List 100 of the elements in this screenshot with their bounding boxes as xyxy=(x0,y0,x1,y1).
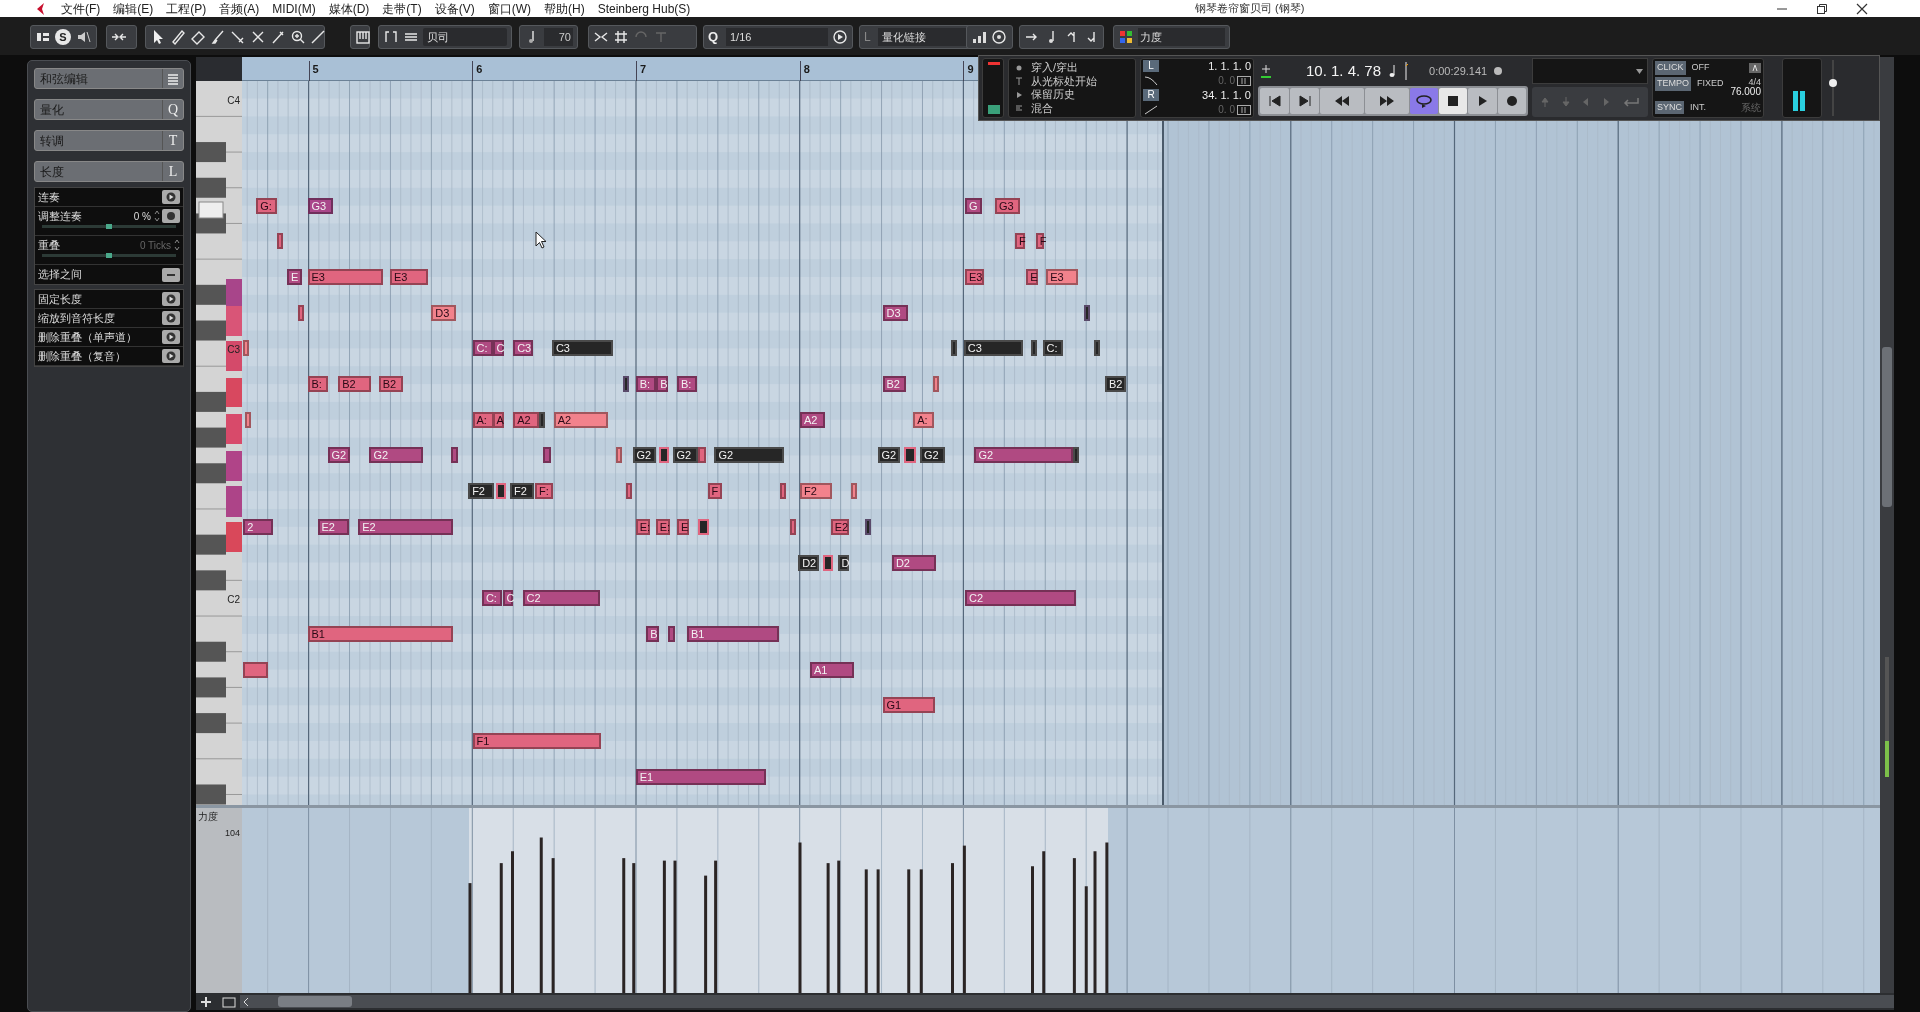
midi-note[interactable]: B: xyxy=(307,376,328,393)
mix-icon[interactable] xyxy=(1015,104,1023,113)
midi-note[interactable]: G3 xyxy=(995,197,1020,214)
dial-icon[interactable] xyxy=(991,29,1007,45)
transport-option[interactable]: 保留历史 xyxy=(1031,88,1075,102)
apply-button[interactable] xyxy=(162,330,180,344)
horizontal-scrollbar[interactable] xyxy=(240,995,1894,1008)
midi-note[interactable]: E2 xyxy=(317,518,350,535)
midi-note[interactable]: F2 xyxy=(468,483,495,500)
midi-note[interactable]: G2 xyxy=(369,447,423,464)
metronome-icon[interactable] xyxy=(1749,62,1761,73)
midi-note[interactable]: B: xyxy=(676,376,697,393)
inspector-section-header[interactable]: 量化 Q xyxy=(34,99,184,120)
color-grid-icon[interactable] xyxy=(1118,29,1134,45)
apply-button[interactable] xyxy=(162,292,180,306)
menu-item[interactable]: 帮助(H) xyxy=(544,0,585,17)
midi-note[interactable]: E2 xyxy=(358,518,453,535)
scrollbar-thumb[interactable] xyxy=(1882,347,1892,507)
midi-note[interactable]: B1 xyxy=(686,625,780,642)
spin-arrows-icon[interactable] xyxy=(154,210,160,222)
midi-note[interactable]: G2 xyxy=(714,447,785,464)
apply-quantize-icon[interactable] xyxy=(832,29,848,45)
midi-note[interactable]: G1 xyxy=(882,697,935,714)
inspector-section-header[interactable]: 长度 L xyxy=(34,161,184,182)
midi-note[interactable]: G xyxy=(965,197,982,214)
midi-note[interactable] xyxy=(822,554,833,571)
stop-button[interactable] xyxy=(1439,88,1468,114)
inspector-section-header[interactable]: 和弦编辑 xyxy=(34,68,184,89)
midi-note[interactable]: C3 xyxy=(551,340,614,357)
slider-thumb[interactable] xyxy=(1829,78,1837,87)
apply-button[interactable] xyxy=(162,311,180,325)
midi-note[interactable]: D xyxy=(837,554,850,571)
cursor-start-icon[interactable] xyxy=(1015,77,1023,86)
midi-note[interactable]: G3 xyxy=(307,197,333,214)
folder-icon[interactable] xyxy=(222,995,236,1008)
midi-note[interactable]: E3 xyxy=(1046,268,1078,285)
line-tool-icon[interactable] xyxy=(270,29,286,45)
quantize-dropdown[interactable]: 1/16 xyxy=(726,28,828,46)
marker-down-icon[interactable] xyxy=(1560,96,1571,108)
punch-out-icon[interactable] xyxy=(1237,104,1251,115)
menu-item[interactable]: 设备(V) xyxy=(434,0,475,17)
marker-up-icon[interactable] xyxy=(1540,96,1551,108)
restore-icon[interactable] xyxy=(1816,2,1828,15)
midi-note[interactable]: B xyxy=(656,376,668,393)
pencil-icon[interactable] xyxy=(170,29,186,45)
transport-button[interactable] xyxy=(1320,88,1365,114)
transport-button[interactable] xyxy=(1365,88,1409,114)
midi-note[interactable]: C2 xyxy=(522,590,600,607)
close-icon[interactable] xyxy=(1856,2,1868,15)
midi-note[interactable]: E xyxy=(1026,268,1038,285)
midi-note[interactable]: D2 xyxy=(798,554,820,571)
midi-note[interactable]: G2 xyxy=(974,447,1073,464)
midi-note[interactable]: C: xyxy=(472,340,493,357)
controller-dropdown[interactable]: 力度 xyxy=(1138,28,1225,46)
marker-dropdown[interactable] xyxy=(1532,58,1648,84)
click-button[interactable]: CLICK xyxy=(1655,61,1686,75)
midi-note[interactable]: C xyxy=(492,340,504,357)
inspector-section-header[interactable]: 转调 T xyxy=(34,130,184,151)
midi-note[interactable]: E3 xyxy=(965,268,984,285)
quantize-label[interactable]: Q xyxy=(708,27,722,47)
piano-icon[interactable] xyxy=(355,29,371,45)
slider-thumb[interactable] xyxy=(106,224,112,229)
midi-note[interactable]: B2 xyxy=(882,376,906,393)
menu-item[interactable]: 工程(P) xyxy=(166,0,207,17)
midi-note[interactable]: A: xyxy=(913,411,935,428)
midi-note[interactable]: A2 xyxy=(800,411,825,428)
menu-item[interactable]: 媒体(D) xyxy=(328,0,370,17)
midi-note[interactable]: C2 xyxy=(965,590,1076,607)
midi-note[interactable] xyxy=(658,447,669,464)
midi-note[interactable]: E3 xyxy=(307,268,384,285)
play-button[interactable] xyxy=(1468,88,1497,114)
vertical-scrollbar[interactable] xyxy=(1880,57,1894,993)
midi-note[interactable]: A2 xyxy=(513,411,539,428)
sync-button[interactable]: SYNC xyxy=(1655,100,1684,115)
bars-icon[interactable] xyxy=(971,29,987,45)
menu-item[interactable]: MIDI(M) xyxy=(272,0,316,17)
midi-note[interactable]: G2 xyxy=(327,447,350,464)
midi-note[interactable] xyxy=(1073,447,1080,464)
grid-icon[interactable] xyxy=(613,29,629,45)
zoom-icon[interactable] xyxy=(290,29,306,45)
midi-note[interactable]: G: xyxy=(256,197,278,214)
ramp-up-icon[interactable] xyxy=(1143,103,1159,116)
toggle-button[interactable] xyxy=(162,267,180,282)
cross-icon[interactable] xyxy=(250,29,266,45)
play-small-icon[interactable] xyxy=(1015,90,1023,99)
scrollbar-thumb[interactable] xyxy=(278,996,352,1007)
midi-note[interactable]: C3 xyxy=(963,340,1024,357)
menu-item[interactable]: 音频(A) xyxy=(219,0,260,17)
midi-note[interactable]: C: xyxy=(1042,340,1063,357)
midi-note[interactable]: D3 xyxy=(431,304,457,321)
menu-item[interactable]: 走带(T) xyxy=(382,0,422,17)
clock-icon[interactable] xyxy=(1493,66,1504,76)
midi-note[interactable]: G2 xyxy=(877,447,900,464)
apply-button[interactable] xyxy=(162,349,180,363)
midi-note[interactable]: C3 xyxy=(513,340,533,357)
midi-note[interactable] xyxy=(539,411,546,428)
menu-item[interactable]: 编辑(E) xyxy=(113,0,154,17)
midi-note[interactable]: D3 xyxy=(882,304,908,321)
midi-note[interactable] xyxy=(698,518,710,535)
midi-note[interactable]: E: xyxy=(655,518,670,535)
